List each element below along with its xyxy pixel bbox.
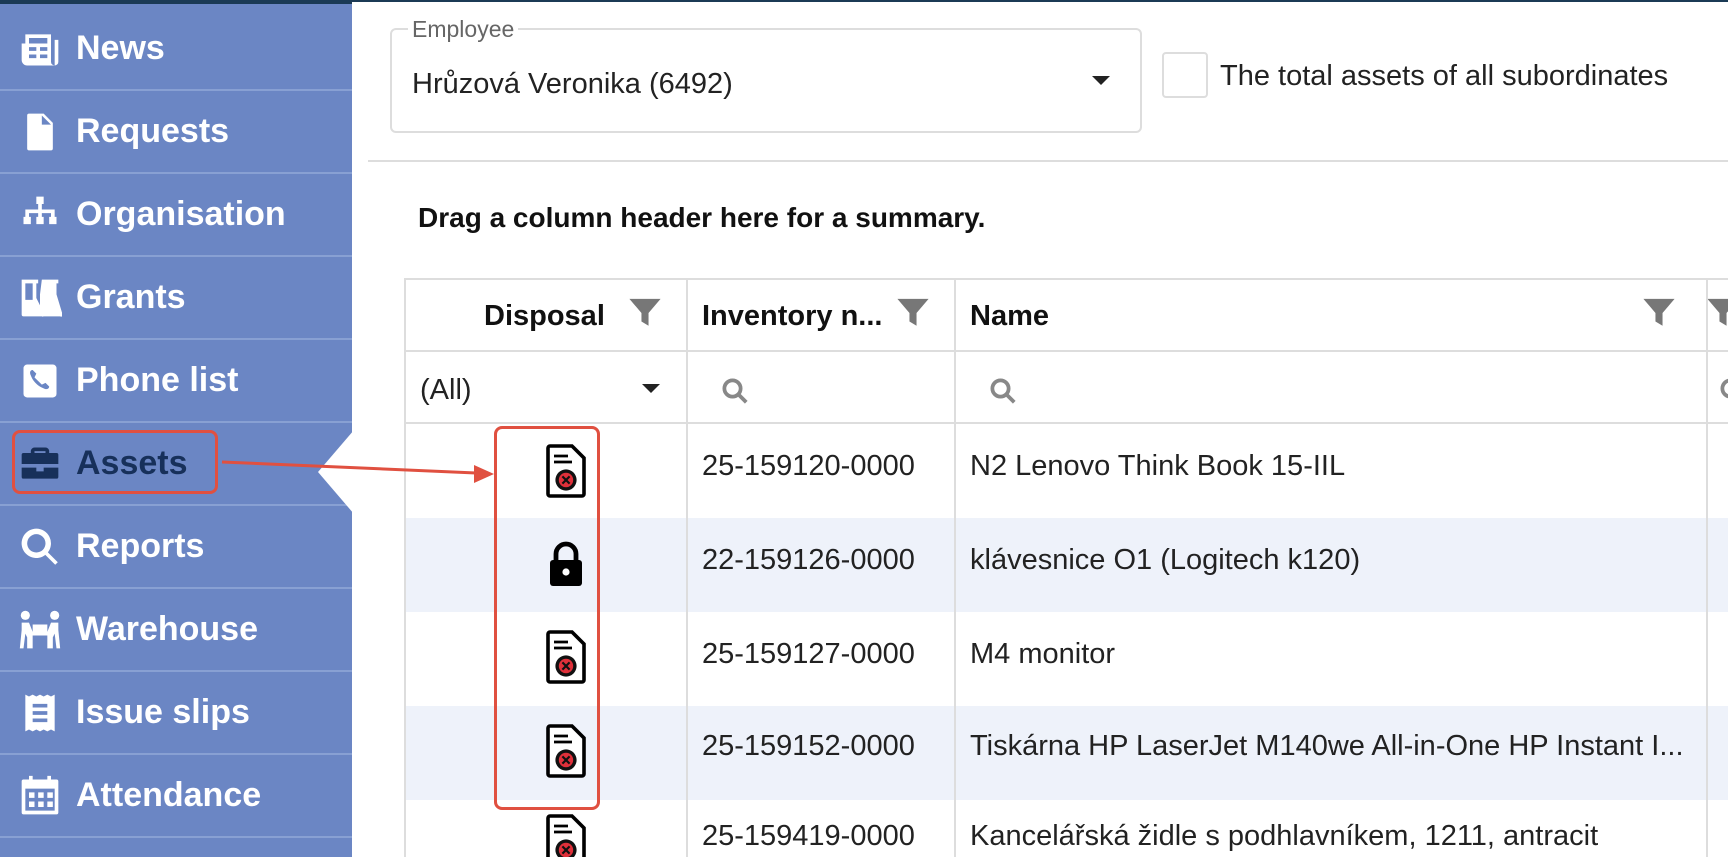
column-header-disposal[interactable]: Disposal xyxy=(484,300,605,333)
sidebar-item-label: Attendance xyxy=(76,776,262,814)
active-item-notch xyxy=(318,430,354,514)
sidebar-item-phone-list[interactable]: Phone list xyxy=(0,340,352,423)
employee-select[interactable]: Employee Hrůzová Veronika (6492) xyxy=(390,16,1142,133)
sidebar-item-label: Phone list xyxy=(76,361,239,399)
filter-icon[interactable] xyxy=(1642,296,1676,330)
column-separator xyxy=(954,280,956,857)
sidebar-item-label: News xyxy=(76,29,165,67)
document-signature-icon xyxy=(16,108,64,156)
disposal-filter-select[interactable]: (All) xyxy=(420,374,472,407)
disposal-document-icon[interactable] xyxy=(546,814,586,857)
phone-icon xyxy=(16,357,64,405)
flask-icon xyxy=(16,274,64,322)
asset-name: Tiskárna HP LaserJet M140we All-in-One H… xyxy=(970,730,1684,762)
sidebar-item-label: Warehouse xyxy=(76,610,259,648)
calendar-icon xyxy=(16,772,64,820)
subordinates-label: The total assets of all subordinates xyxy=(1220,60,1669,92)
newspaper-icon xyxy=(16,25,64,73)
filter-icon[interactable] xyxy=(896,296,930,330)
column-separator xyxy=(1706,280,1708,857)
column-header-name[interactable]: Name xyxy=(970,300,1049,333)
inventory-number: 25-159152-0000 xyxy=(702,730,915,762)
subordinates-checkbox[interactable] xyxy=(1162,52,1208,98)
sidebar-item-grants[interactable]: Grants xyxy=(0,257,352,340)
table-row[interactable]: 25-159152-0000 Tiskárna HP LaserJet M140… xyxy=(406,706,1728,800)
grid-filter-row: (All) xyxy=(406,352,1728,424)
table-row[interactable]: 25-159419-0000 Kancelářská židle s podhl… xyxy=(406,800,1728,857)
search-icon xyxy=(16,523,64,571)
search-icon[interactable] xyxy=(1718,376,1728,406)
chevron-down-icon[interactable] xyxy=(1092,76,1110,85)
sidebar-item-requests[interactable]: Requests xyxy=(0,91,352,174)
sidebar-item-attendance[interactable]: Attendance xyxy=(0,755,352,838)
receipt-icon xyxy=(16,689,64,737)
section-divider xyxy=(368,160,1728,162)
asset-name: Kancelářská židle s podhlavníkem, 1211, … xyxy=(970,820,1599,852)
filter-icon[interactable] xyxy=(1706,296,1728,330)
inventory-number: 25-159120-0000 xyxy=(702,450,915,482)
column-separator xyxy=(686,280,688,857)
inventory-number: 22-159126-0000 xyxy=(702,544,915,576)
sidebar-item-label: Reports xyxy=(76,527,205,565)
people-carry-icon xyxy=(16,606,64,654)
sidebar-item-label: Organisation xyxy=(76,195,286,233)
column-header-inventory[interactable]: Inventory n... xyxy=(702,300,882,333)
org-chart-icon xyxy=(16,191,64,239)
assets-grid: Disposal Inventory n... Name (All) 25-15… xyxy=(404,278,1728,857)
app-window: News Requests Organisation Grants Phone xyxy=(0,0,1728,857)
search-icon[interactable] xyxy=(720,376,750,406)
sidebar-top-line xyxy=(0,0,352,4)
filter-icon[interactable] xyxy=(628,296,662,330)
sidebar-item-warehouse[interactable]: Warehouse xyxy=(0,589,352,672)
asset-name: klávesnice O1 (Logitech k120) xyxy=(970,544,1361,576)
disposal-column-highlight xyxy=(494,426,600,810)
sidebar-item-label: Issue slips xyxy=(76,693,250,731)
sidebar-item-reports[interactable]: Reports xyxy=(0,506,352,589)
asset-name: N2 Lenovo Think Book 15-IIL xyxy=(970,450,1346,482)
employee-value: Hrůzová Veronika (6492) xyxy=(412,68,733,100)
sidebar: News Requests Organisation Grants Phone xyxy=(0,0,354,857)
inventory-number: 25-159419-0000 xyxy=(702,820,915,852)
search-icon[interactable] xyxy=(988,376,1018,406)
sidebar-item-organisation[interactable]: Organisation xyxy=(0,174,352,257)
sidebar-item-label: Requests xyxy=(76,112,230,150)
sidebar-item-news[interactable]: News xyxy=(0,8,352,91)
grid-header-row: Disposal Inventory n... Name xyxy=(406,280,1728,352)
table-row[interactable]: 25-159127-0000 M4 monitor xyxy=(406,612,1728,706)
group-panel-hint: Drag a column header here for a summary. xyxy=(418,202,986,233)
table-row[interactable]: 22-159126-0000 klávesnice O1 (Logitech k… xyxy=(406,518,1728,612)
employee-caption: Employee xyxy=(408,16,519,43)
active-item-highlight xyxy=(12,430,218,494)
sidebar-item-label: Grants xyxy=(76,278,186,316)
inventory-number: 25-159127-0000 xyxy=(702,638,915,670)
asset-name: M4 monitor xyxy=(970,638,1116,670)
chevron-down-icon[interactable] xyxy=(642,384,660,393)
sidebar-item-issue-slips[interactable]: Issue slips xyxy=(0,672,352,755)
top-border xyxy=(352,0,1728,2)
table-row[interactable]: 25-159120-0000 N2 Lenovo Think Book 15-I… xyxy=(406,426,1728,518)
